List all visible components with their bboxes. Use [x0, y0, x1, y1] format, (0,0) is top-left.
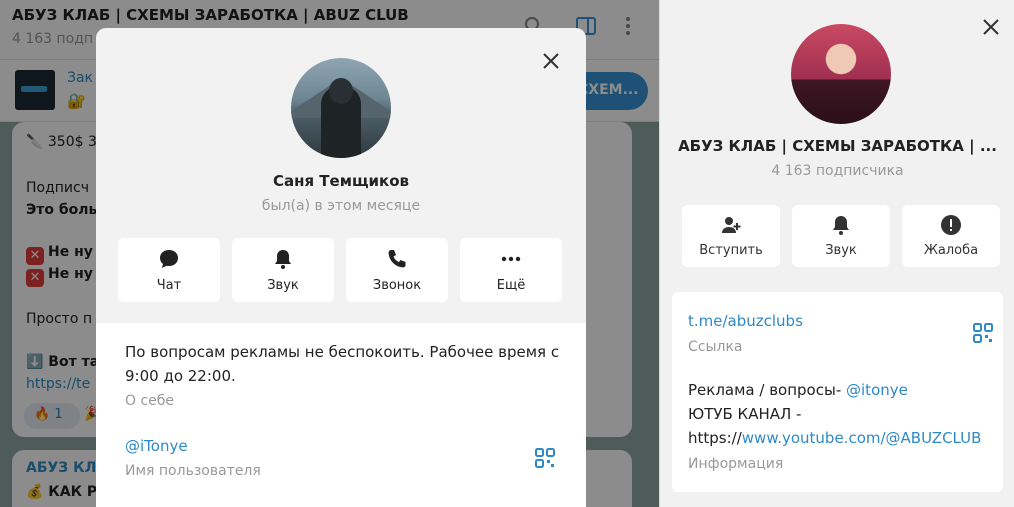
join-button[interactable]: Вступить [682, 205, 780, 267]
user-avatar[interactable] [291, 58, 391, 158]
bio-text-line: 9:00 до 22:00. [125, 367, 236, 385]
bell-icon [833, 216, 849, 235]
join-label: Вступить [699, 243, 763, 258]
youtube-link[interactable]: www.youtube.com/@ABUZCLUB [742, 429, 982, 447]
sound-label: Звук [825, 243, 857, 258]
chat-label: Чат [156, 278, 182, 293]
report-label: Жалоба [923, 243, 979, 258]
bio-text-line: По вопросам рекламы не беспокоить. Рабоч… [125, 343, 560, 361]
report-button[interactable]: Жалоба [902, 205, 1000, 267]
sound-button[interactable]: Звук [232, 238, 334, 302]
info-line: ЮТУБ КАНАЛ - [688, 405, 802, 423]
info-caption: Информация [688, 456, 784, 472]
user-status: был(а) в этом месяце [261, 198, 421, 214]
chat-button[interactable]: Чат [118, 238, 220, 302]
channel-link[interactable]: t.me/abuzclubs [688, 312, 803, 330]
channel-link-caption: Ссылка [688, 339, 743, 355]
channel-avatar [791, 24, 891, 124]
sound-button[interactable]: Звук [792, 205, 890, 267]
qr-code-icon[interactable] [534, 447, 556, 469]
user-profile-modal: Саня Темщиков был(а) в этом месяце Чат З… [96, 28, 586, 507]
channel-info-panel: АБУЗ КЛАБ | СХЕМЫ ЗАРАБОТКА | ... 4 163 … [659, 0, 1014, 507]
info-line: Реклама / вопросы- @itonye [688, 381, 908, 399]
call-label: Звонок [372, 278, 422, 293]
user-name: Саня Темщиков [272, 172, 410, 190]
more-icon [501, 256, 521, 262]
sound-label: Звук [267, 278, 299, 293]
profile-details: По вопросам рекламы не беспокоить. Рабоч… [96, 323, 586, 507]
username-link[interactable]: @iTonye [125, 437, 188, 455]
info-line: https://www.youtube.com/@ABUZCLUB [688, 429, 982, 447]
channel-title: АБУЗ КЛАБ | СХЕМЫ ЗАРАБОТКА | ... [678, 137, 997, 155]
info-mention-link[interactable]: @itonye [846, 381, 908, 399]
phone-icon [388, 250, 406, 268]
bio-caption: О себе [125, 393, 175, 409]
bell-icon [275, 250, 291, 269]
close-icon[interactable] [540, 50, 562, 72]
more-label: Ещё [496, 278, 526, 293]
more-button[interactable]: Ещё [460, 238, 562, 302]
qr-code-icon[interactable] [972, 322, 994, 344]
call-button[interactable]: Звонок [346, 238, 448, 302]
chat-icon [160, 250, 178, 268]
add-user-icon [722, 217, 741, 233]
channel-subscribers: 4 163 подписчика [771, 163, 904, 179]
channel-info-card: t.me/abuzclubs Ссылка Реклама / вопросы-… [672, 292, 1003, 492]
username-caption: Имя пользователя [125, 463, 261, 479]
report-icon [941, 215, 961, 235]
close-icon[interactable] [980, 16, 1002, 38]
